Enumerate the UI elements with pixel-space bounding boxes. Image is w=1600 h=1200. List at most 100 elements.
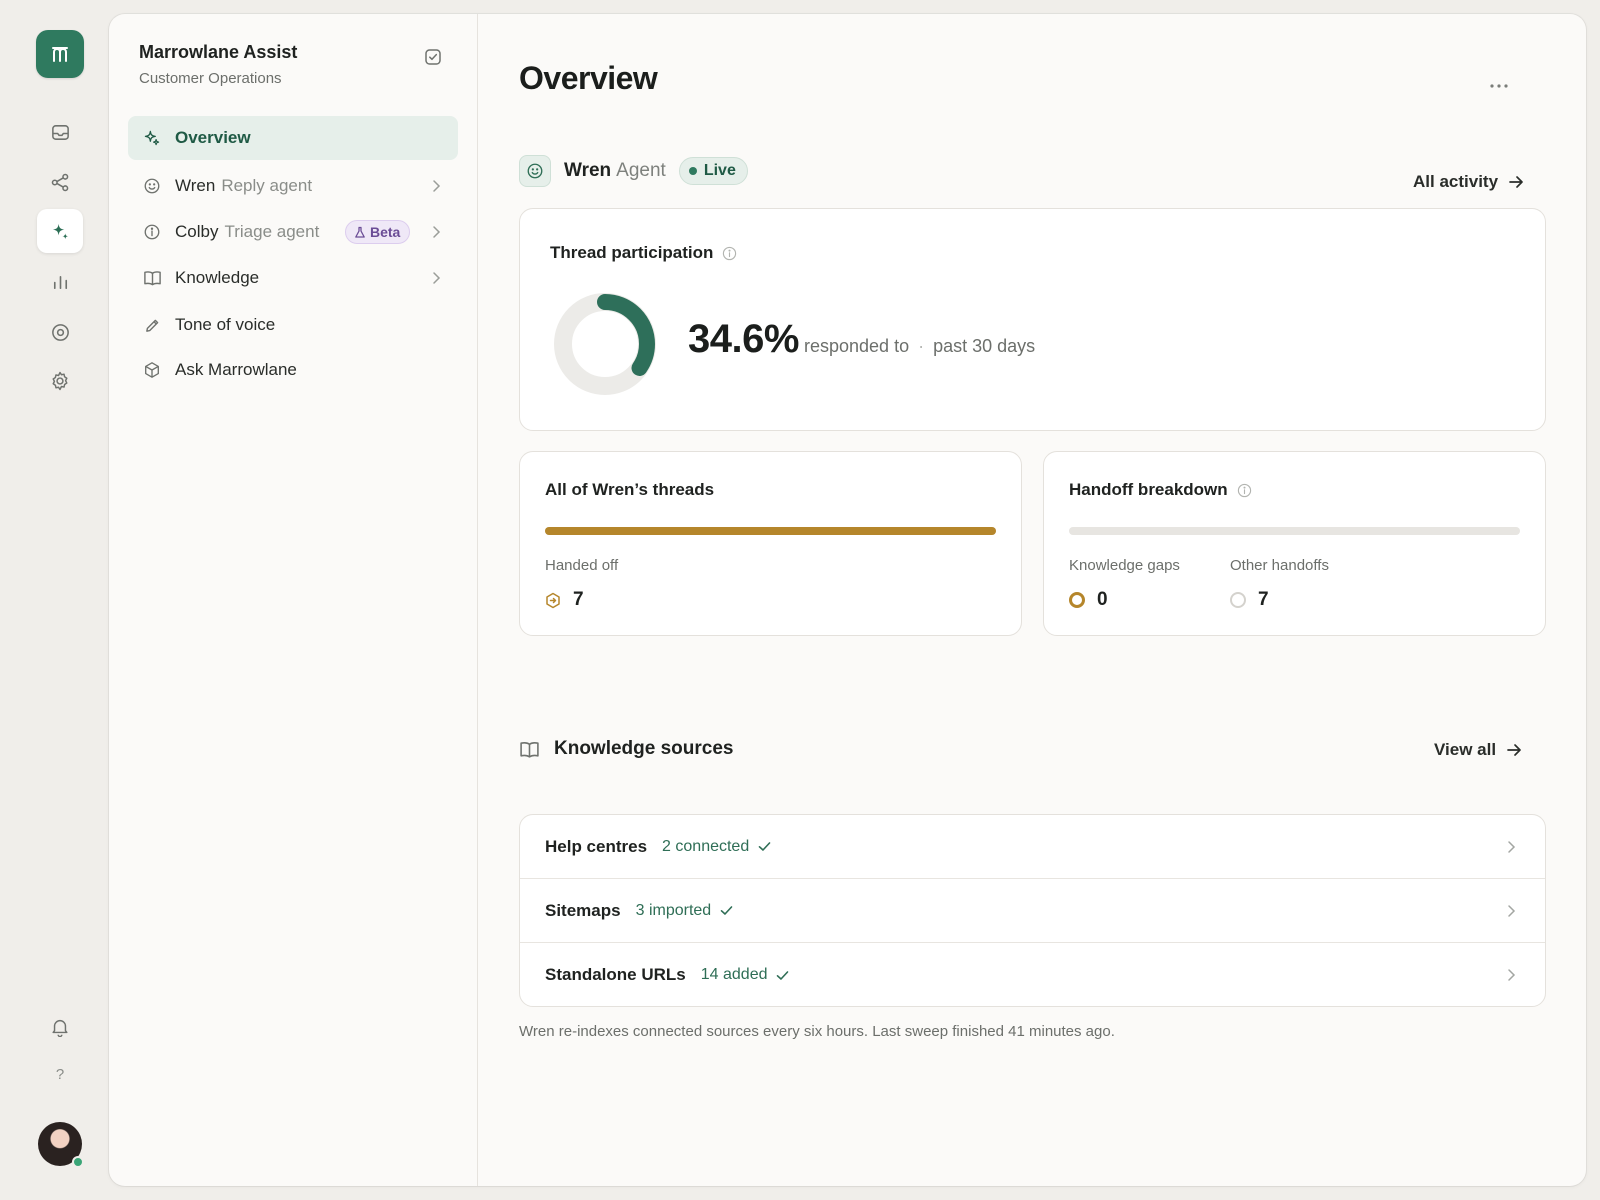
card-title: Thread participation [550, 243, 714, 262]
stat-label: Other handoffs [1230, 557, 1329, 574]
nav-item-label: Ask Marrowlane [175, 360, 297, 379]
nav-item-label: Colby [175, 222, 219, 241]
workspace-sidebar: Marrowlane Assist Customer Operations Ov… [109, 14, 478, 1186]
arrow-right-icon [1509, 176, 1523, 188]
source-status-text: 3 imported [635, 901, 712, 919]
agent-name: Wren [564, 160, 612, 181]
handed-off-stat: 7 [545, 589, 584, 611]
hexagon-handoff-icon [546, 592, 560, 608]
smile-icon [142, 176, 162, 196]
section-title: Knowledge sources [554, 738, 734, 759]
target-icon [51, 323, 69, 341]
flask-icon [355, 226, 365, 238]
agent-header: Wren Agent Live [519, 154, 748, 188]
separator-dot: · [918, 336, 925, 356]
other-handoffs-stat: 7 [1230, 589, 1269, 611]
cube-icon [142, 360, 162, 380]
rail-notifications-button[interactable] [37, 1005, 83, 1049]
chevron-right-icon [1503, 839, 1519, 855]
beta-badge-label: Beta [370, 224, 401, 240]
live-dot-icon [688, 167, 697, 175]
source-status: 14 added [701, 966, 790, 984]
chevron-right-icon [428, 270, 444, 286]
info-icon [142, 222, 162, 242]
nav-item-colby[interactable]: Colby Triage agent Beta [128, 210, 458, 254]
view-all-label: View all [1434, 740, 1497, 759]
arrow-right-icon [1507, 744, 1521, 756]
workspace-action-button[interactable] [422, 46, 444, 68]
thread-participation-card: Thread participation 34.6% responded to ·… [519, 208, 1546, 431]
nav-item-ask-marrowlane[interactable]: Ask Marrowlane [128, 348, 458, 392]
ellipsis-icon [1490, 84, 1508, 88]
page-title: Overview [519, 60, 658, 96]
rail-share-button[interactable] [37, 160, 83, 204]
reindex-footnote: Wren re-indexes connected sources every … [519, 1023, 1115, 1040]
beta-badge: Beta [345, 220, 411, 244]
source-name: Help centres [545, 836, 648, 856]
source-name: Standalone URLs [545, 965, 686, 984]
check-square-icon [425, 49, 441, 65]
participation-value: 34.6% [688, 317, 799, 361]
status-label: Live [703, 162, 736, 179]
share-icon [51, 173, 68, 191]
grey-ring-icon [1230, 592, 1246, 608]
stat-label: Knowledge gaps [1069, 557, 1180, 574]
pencil-icon [142, 315, 162, 335]
participation-caption: responded to · past 30 days [804, 336, 1035, 357]
check-icon [720, 906, 733, 915]
smile-icon [527, 163, 543, 179]
app-logo[interactable] [36, 30, 84, 78]
main-content: Overview Wren Agent Live All activity Th… [479, 14, 1586, 1186]
workspace-title: Marrowlane Assist [139, 42, 298, 62]
more-options-button[interactable] [1485, 76, 1513, 96]
source-status-text: 14 added [700, 966, 768, 983]
handoff-title-row: Handoff breakdown [1069, 480, 1252, 500]
app-rail: ? [0, 0, 110, 1200]
rail-settings-button[interactable] [37, 359, 83, 403]
nav-item-tone-of-voice[interactable]: Tone of voice [128, 303, 458, 347]
card-title: All of Wren’s threads [545, 480, 715, 499]
threads-card: All of Wren’s threads Handed off 7 [519, 451, 1022, 636]
stat-value: 7 [573, 589, 584, 610]
sparkle-icon [52, 223, 68, 239]
check-icon [777, 970, 789, 980]
list-item[interactable]: Sitemaps 3 imported [520, 879, 1545, 943]
list-item[interactable]: Help centres 2 connected [520, 815, 1545, 879]
chevron-right-icon [1503, 967, 1519, 983]
info-icon[interactable] [722, 246, 737, 261]
threads-bar [545, 527, 996, 535]
nav-item-overview[interactable]: Overview [128, 116, 458, 160]
bell-icon [52, 1019, 68, 1037]
chevron-right-icon [428, 178, 444, 194]
rail-analytics-button[interactable] [37, 260, 83, 304]
help-button[interactable]: ? [37, 1066, 83, 1088]
rail-target-button[interactable] [37, 310, 83, 354]
all-activity-link[interactable]: All activity [1413, 172, 1524, 192]
source-status: 2 connected [662, 838, 771, 856]
knowledge-gaps-stat: 0 [1069, 589, 1108, 611]
source-name: Sitemaps [545, 900, 621, 920]
all-activity-label: All activity [1413, 172, 1499, 191]
bar-chart-icon [53, 275, 67, 289]
presence-indicator [72, 1156, 84, 1168]
agent-avatar [519, 155, 551, 187]
user-avatar[interactable] [38, 1122, 84, 1168]
inbox-icon [51, 124, 69, 140]
nav-item-knowledge[interactable]: Knowledge [128, 256, 458, 300]
rail-assist-button[interactable] [37, 209, 83, 253]
chevron-right-icon [1503, 903, 1519, 919]
knowledge-sources-header: Knowledge sources [519, 738, 734, 760]
book-icon [520, 741, 539, 758]
nav-item-wren[interactable]: Wren Reply agent [128, 164, 458, 208]
nav-item-label: Knowledge [175, 268, 260, 287]
participation-caption-text: responded to [804, 336, 910, 356]
view-all-link[interactable]: View all [1434, 740, 1522, 760]
nav-item-role: Reply agent [221, 176, 313, 195]
content-panel: Marrowlane Assist Customer Operations Ov… [109, 14, 1586, 1186]
status-badge: Live [678, 157, 748, 185]
info-icon[interactable] [1237, 483, 1252, 498]
gear-icon [52, 371, 68, 391]
agent-type: Agent [616, 160, 666, 181]
rail-inbox-button[interactable] [37, 110, 83, 154]
list-item[interactable]: Standalone URLs 14 added [520, 943, 1545, 1006]
